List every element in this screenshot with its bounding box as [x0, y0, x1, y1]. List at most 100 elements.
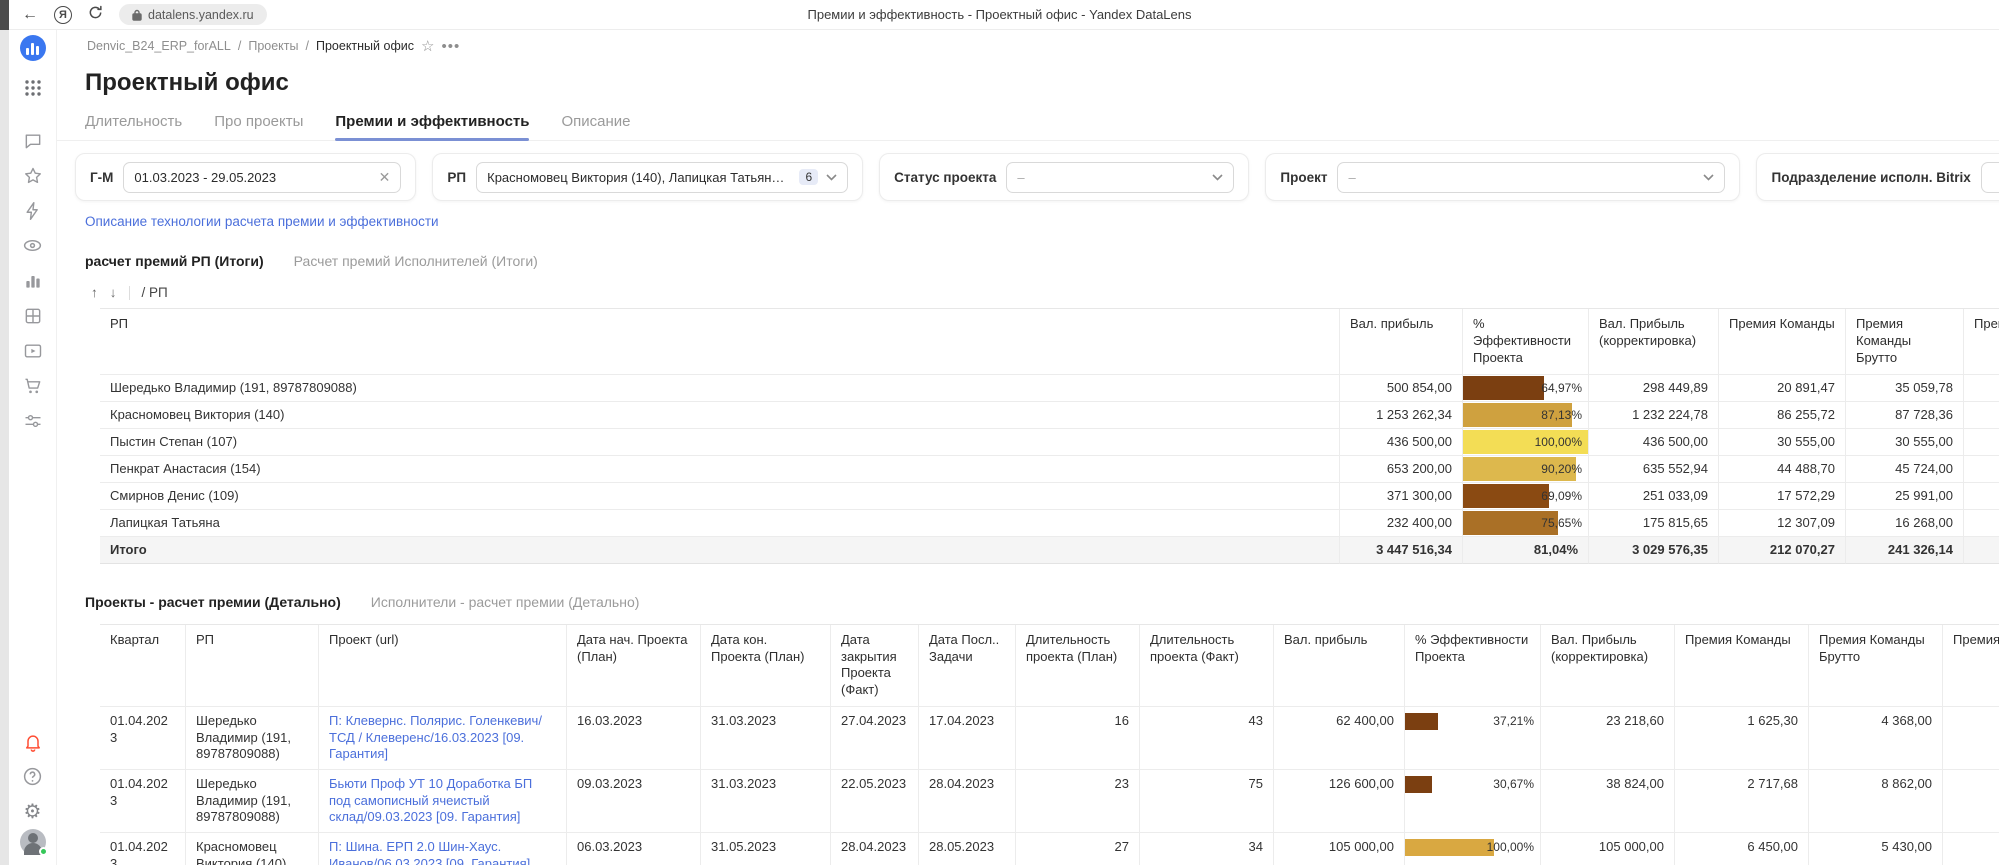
tab-description[interactable]: Описание	[561, 113, 630, 140]
efficiency-value: 64,97%	[1541, 375, 1582, 401]
column-header[interactable]: Премия Команды	[1719, 309, 1846, 375]
column-header[interactable]: Длительность проекта (План)	[1016, 625, 1140, 708]
summary-widget-tabs: расчет премий РП (Итоги) Расчет премий И…	[57, 229, 1999, 269]
more-menu-icon[interactable]: •••	[441, 38, 460, 55]
column-header[interactable]: Премия Р	[1943, 625, 1999, 708]
column-header[interactable]: Вал. прибыль	[1274, 625, 1405, 708]
automation-bolt-icon[interactable]	[21, 199, 45, 223]
filter-card-rp: РП Красномовец Виктория (140), Лапицкая …	[432, 153, 863, 201]
column-header[interactable]: Дата Посл.. Задачи	[919, 625, 1016, 708]
gross-profit-cell: 232 400,00	[1340, 510, 1463, 537]
breadcrumb-projects[interactable]: Проекты	[248, 39, 298, 53]
end-plan-cell: 31.05.2023	[701, 833, 831, 865]
column-header[interactable]: Вал. Прибыль (корректировка)	[1541, 625, 1675, 708]
rp-bonus-cell	[1943, 770, 1999, 833]
last-task-cell: 28.04.2023	[919, 770, 1016, 833]
filter-card-division: Подразделение исполн. Bitrix	[1756, 153, 1999, 201]
column-header[interactable]: РП	[186, 625, 319, 708]
efficiency-value: 37,21%	[1493, 713, 1534, 730]
rp-name-cell: Шередько Владимир (191, 89787809088)	[186, 707, 319, 770]
clear-icon[interactable]: ✕	[379, 169, 391, 186]
total-adjusted-cell: 3 029 576,35	[1589, 537, 1719, 564]
sort-desc-icon[interactable]: ↓	[110, 285, 117, 300]
column-header[interactable]: Прем	[1964, 309, 1999, 375]
column-header[interactable]: Проект (url)	[319, 625, 567, 708]
column-header[interactable]: % Эффективности Проекта	[1405, 625, 1541, 708]
column-header[interactable]: Квартал	[100, 625, 186, 708]
team-bonus-gross-cell: 4 368,00	[1809, 707, 1943, 770]
methodology-link[interactable]: Описание технологии расчета премии и эфф…	[57, 201, 439, 229]
period-filter-label: Г-М	[90, 170, 113, 185]
efficiency-bar-cell: 75,65%	[1463, 510, 1589, 537]
eye-icon[interactable]	[21, 234, 45, 258]
column-header[interactable]: Дата закрытия Проекта (Факт)	[831, 625, 919, 708]
column-header[interactable]: Дата кон. Проекта (План)	[701, 625, 831, 708]
rp-filter-label: РП	[447, 170, 466, 185]
total-team-gross-cell: 241 326,14	[1846, 537, 1964, 564]
end-plan-cell: 31.03.2023	[701, 707, 831, 770]
wtab-rp-totals[interactable]: расчет премий РП (Итоги)	[85, 253, 264, 269]
chat-icon[interactable]	[21, 129, 45, 153]
efficiency-value: 100,00%	[1535, 429, 1582, 455]
adjusted-profit-cell: 298 449,89	[1589, 375, 1719, 402]
rp-bonus-cell	[1943, 833, 1999, 865]
wtab-executors-detail[interactable]: Исполнители - расчет премии (Детально)	[371, 594, 640, 610]
sliders-icon[interactable]	[21, 409, 45, 433]
detail-table: КварталРППроект (url)Дата нач. Проекта (…	[100, 624, 1999, 865]
quarter-cell: 01.04.2023	[100, 833, 186, 865]
datalens-logo-icon[interactable]	[20, 35, 46, 61]
refresh-icon[interactable]	[88, 5, 103, 24]
rp-filter-select[interactable]: Красномовец Виктория (140), Лапицкая Тат…	[476, 162, 848, 193]
rp-name-cell: Шередько Владимир (191, 89787809088)	[186, 770, 319, 833]
project-link[interactable]: П: Клевернс. Полярис. Голенкевич/ ТСД / …	[319, 707, 567, 770]
back-icon[interactable]: ←	[22, 7, 38, 23]
window-edge-side	[0, 30, 9, 865]
team-bonus-gross-cell: 5 430,00	[1809, 833, 1943, 865]
avatar[interactable]	[20, 829, 46, 855]
efficiency-bar	[1463, 376, 1544, 400]
empty-cell	[1964, 375, 1999, 402]
project-link[interactable]: Бьюти Проф УТ 10 Доработка БП под самопи…	[319, 770, 567, 833]
wtab-executors-totals[interactable]: Расчет премий Исполнителей (Итоги)	[294, 253, 538, 269]
gear-icon[interactable]: ⚙	[21, 800, 45, 824]
bar-chart-icon[interactable]	[21, 269, 45, 293]
breadcrumb-root[interactable]: Denvic_B24_ERP_forALL	[87, 39, 231, 53]
column-header[interactable]: РП	[100, 309, 1340, 375]
team-bonus-gross-cell: 16 268,00	[1846, 510, 1964, 537]
address-bar[interactable]: datalens.yandex.ru	[119, 4, 267, 25]
column-header[interactable]: Вал. Прибыль (корректировка)	[1589, 309, 1719, 375]
column-header[interactable]: Дата нач. Проекта (План)	[567, 625, 701, 708]
column-header[interactable]: Премия Команды Брутто	[1846, 309, 1964, 375]
division-filter-select[interactable]	[1981, 162, 1999, 193]
project-filter-select[interactable]: –	[1337, 162, 1725, 193]
bell-icon[interactable]	[21, 730, 45, 754]
browser-topbar: ← Я datalens.yandex.ru Премии и эффектив…	[0, 0, 1999, 30]
tab-bonuses-efficiency[interactable]: Премии и эффективность	[335, 113, 529, 140]
project-link[interactable]: П: Шина. ЕРП 2.0 Шин-Хаус. Иванов/06.03.…	[319, 833, 567, 865]
tab-duration[interactable]: Длительность	[85, 113, 182, 140]
favorite-star-icon[interactable]: ☆	[421, 37, 434, 55]
column-header[interactable]: Премия Команды Брутто	[1809, 625, 1943, 708]
team-bonus-gross-cell: 25 991,00	[1846, 483, 1964, 510]
column-header[interactable]: % Эффективности Проекта	[1463, 309, 1589, 375]
status-filter-select[interactable]: –	[1006, 162, 1234, 193]
apps-grid-icon[interactable]	[21, 76, 45, 100]
yandex-profile-icon[interactable]: Я	[54, 6, 72, 24]
column-header[interactable]: Длительность проекта (Факт)	[1140, 625, 1274, 708]
efficiency-bar-cell: 30,67%	[1405, 770, 1541, 833]
rp-name-cell: Лапицкая Татьяна	[100, 510, 1340, 537]
star-icon[interactable]	[21, 164, 45, 188]
cart-icon[interactable]	[21, 374, 45, 398]
table-grid-icon[interactable]	[21, 304, 45, 328]
wtab-projects-detail[interactable]: Проекты - расчет премии (Детально)	[85, 594, 341, 610]
sort-asc-icon[interactable]: ↑	[91, 285, 98, 300]
column-header[interactable]: Премия Команды	[1675, 625, 1809, 708]
dashboard-tabs: Длительность Про проекты Премии и эффект…	[57, 97, 1999, 141]
team-bonus-gross-cell: 45 724,00	[1846, 456, 1964, 483]
period-filter-input[interactable]: 01.03.2023 - 29.05.2023 ✕	[123, 162, 401, 193]
tab-about-projects[interactable]: Про проекты	[214, 113, 303, 140]
video-icon[interactable]	[21, 339, 45, 363]
column-header[interactable]: Вал. прибыль	[1340, 309, 1463, 375]
help-icon[interactable]	[21, 765, 45, 789]
adjusted-profit-cell: 23 218,60	[1541, 707, 1675, 770]
